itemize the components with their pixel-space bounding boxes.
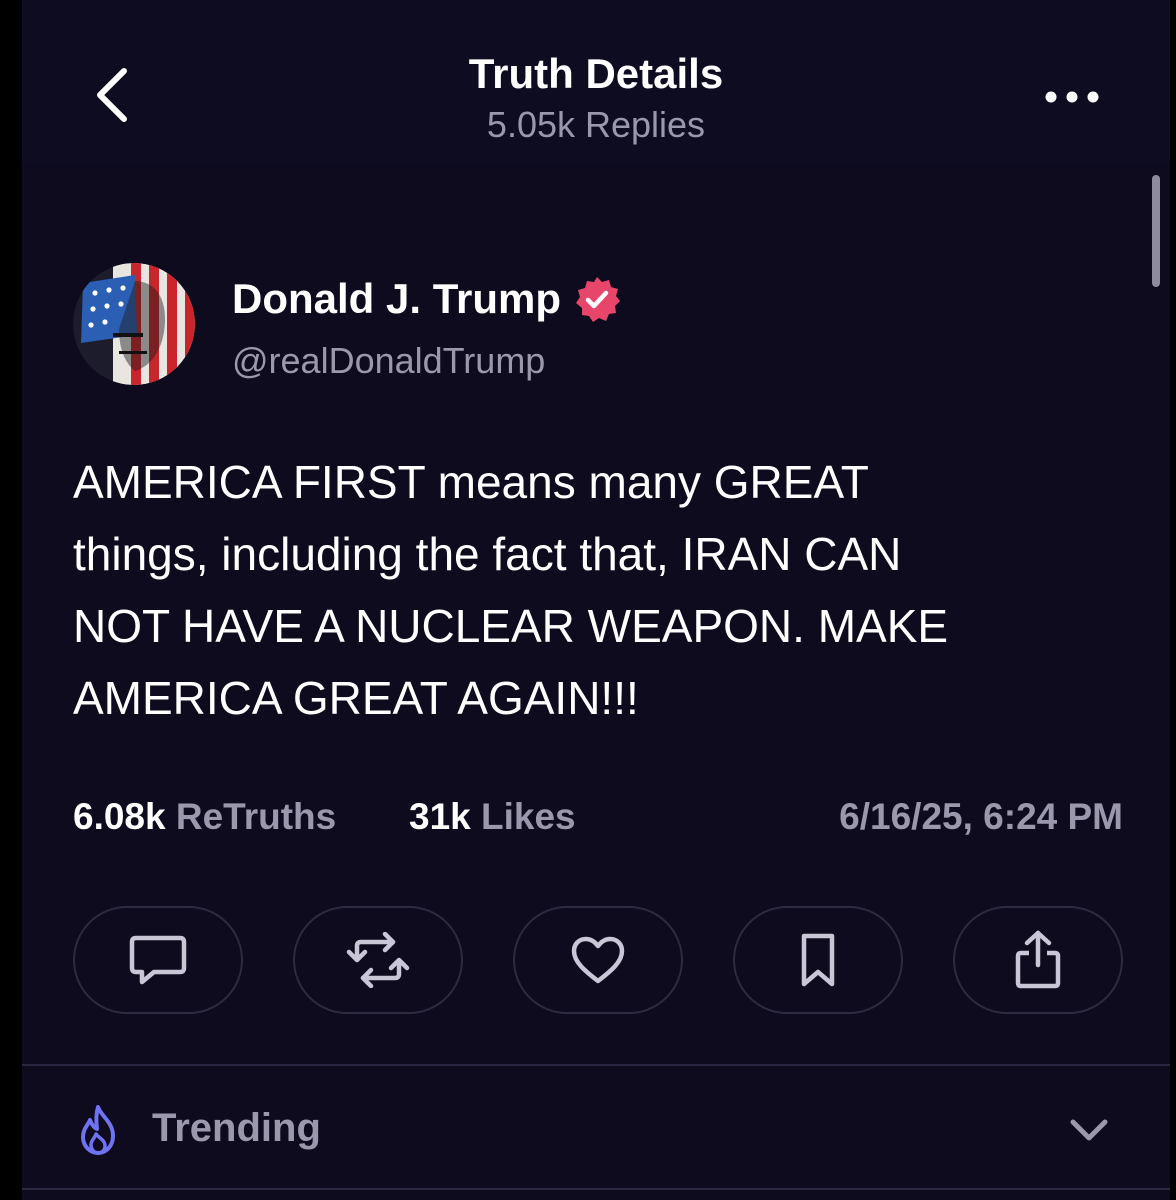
share-button[interactable]	[953, 906, 1123, 1014]
verified-badge-icon	[576, 277, 621, 322]
ellipsis-icon	[1045, 91, 1099, 103]
author-name-text: Donald J. Trump	[232, 275, 562, 322]
reply-button[interactable]	[73, 906, 243, 1014]
page-title: Truth Details	[468, 50, 724, 97]
author-handle[interactable]: @realDonaldTrump	[232, 340, 545, 382]
trending-section[interactable]: Trending	[22, 1066, 1170, 1190]
flame-icon	[81, 1105, 115, 1155]
replies-count: 5.05k Replies	[486, 104, 706, 145]
scrollbar[interactable]	[1152, 175, 1160, 287]
likes-count: 31k	[409, 796, 471, 837]
post-text: AMERICA FIRST means many GREAT things, i…	[73, 456, 949, 724]
retruths-count: 6.08k	[73, 796, 166, 837]
heart-icon	[571, 936, 625, 984]
like-button[interactable]	[513, 906, 683, 1014]
action-bar	[73, 906, 1123, 1014]
retruths-stat[interactable]: 6.08k ReTruths	[73, 796, 336, 838]
repost-icon	[346, 932, 410, 988]
bookmark-button[interactable]	[733, 906, 903, 1014]
screen: Truth Details 5.05k Replies Donald J. Tr…	[22, 0, 1170, 1200]
header: Truth Details 5.05k Replies	[22, 0, 1170, 165]
likes-label: Likes	[481, 796, 576, 837]
bottom-divider	[22, 1188, 1170, 1190]
trending-label: Trending	[152, 1106, 321, 1150]
likes-stat[interactable]: 31k Likes	[409, 796, 576, 838]
post-stats: 6.08k ReTruths 31k Likes 6/16/25, 6:24 P…	[73, 796, 1123, 842]
author-name[interactable]: Donald J. Trump	[232, 275, 621, 323]
post-timestamp: 6/16/25, 6:24 PM	[839, 796, 1123, 837]
avatar[interactable]	[73, 263, 195, 385]
bookmark-icon	[801, 933, 835, 987]
retruth-button[interactable]	[293, 906, 463, 1014]
comment-icon	[129, 935, 187, 985]
more-options-button[interactable]	[1032, 75, 1112, 119]
share-icon	[1015, 930, 1061, 989]
chevron-down-icon[interactable]	[1067, 1116, 1111, 1144]
retruths-label: ReTruths	[175, 796, 337, 837]
